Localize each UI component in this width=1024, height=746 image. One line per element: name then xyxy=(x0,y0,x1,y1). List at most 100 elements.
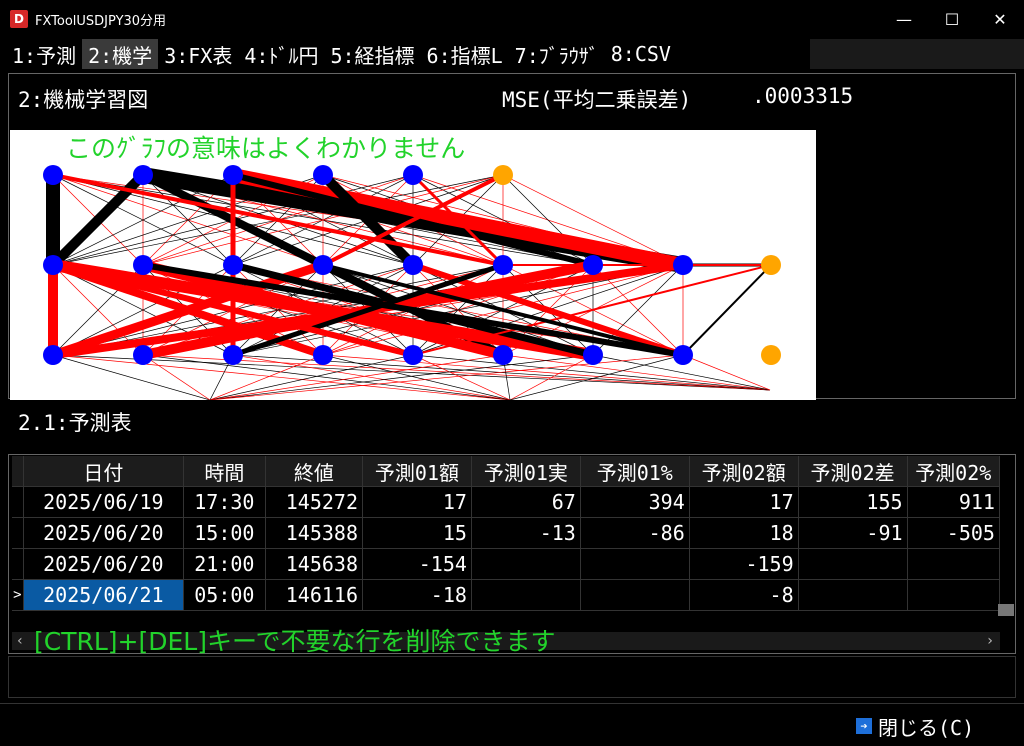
cell-pred01-actual[interactable]: 67 xyxy=(472,487,581,517)
scroll-right-arrow-icon[interactable]: › xyxy=(982,632,998,650)
table-row[interactable]: 2025/06/19 17:30 145272 17 67 394 17 155… xyxy=(12,487,1000,518)
cell-close[interactable]: 145272 xyxy=(266,487,364,517)
maximize-button[interactable]: ☐ xyxy=(928,0,976,38)
cell-pred02-diff[interactable] xyxy=(799,580,908,610)
neural-network-svg xyxy=(43,165,781,401)
nn-edge xyxy=(682,264,772,356)
nn-node-hidden xyxy=(313,345,333,365)
nn-node-hidden xyxy=(403,255,423,275)
cell-pred01-amount[interactable]: 15 xyxy=(363,518,472,548)
nn-node-input xyxy=(133,165,153,185)
tab-csv[interactable]: 8:CSV xyxy=(604,39,677,69)
empty-panel xyxy=(8,656,1016,698)
row-indicator-header xyxy=(12,456,24,486)
nn-node-input xyxy=(403,165,423,185)
forecast-section-title: 2.1:予測表 xyxy=(18,411,132,435)
nn-node-hidden xyxy=(133,345,153,365)
cell-time[interactable]: 21:00 xyxy=(184,549,266,579)
nn-node-hidden xyxy=(313,255,333,275)
nn-edge-thin xyxy=(209,354,504,401)
tab-indicators-list[interactable]: 6:指標L xyxy=(420,39,509,69)
cell-pred01-percent[interactable]: 394 xyxy=(581,487,690,517)
cell-pred02-amount[interactable]: 18 xyxy=(690,518,799,548)
cell-pred02-diff[interactable] xyxy=(799,549,908,579)
column-header-pred01-amount[interactable]: 予測01額 xyxy=(363,456,472,486)
cell-date[interactable]: 2025/06/20 xyxy=(24,549,184,579)
cell-pred02-percent[interactable]: 911 xyxy=(908,487,1000,517)
column-header-pred01-percent[interactable]: 予測01% xyxy=(580,456,690,486)
nn-node-hidden xyxy=(43,255,63,275)
nn-node-input xyxy=(493,165,513,185)
nn-edge-thin xyxy=(412,354,511,401)
tab-forecast[interactable]: 1:予測 xyxy=(6,39,83,69)
cell-date[interactable]: 2025/06/19 xyxy=(24,487,184,517)
close-window-button[interactable]: ✕ xyxy=(976,0,1024,38)
column-header-time[interactable]: 時間 xyxy=(184,456,266,486)
cell-pred02-percent[interactable] xyxy=(908,549,1000,579)
table-row[interactable]: 2025/06/20 15:00 145388 15 -13 -86 18 -9… xyxy=(12,518,1000,549)
tab-browser[interactable]: 7:ﾌﾞﾗｳｻﾞ xyxy=(508,39,605,69)
table-row[interactable]: 2025/06/20 21:00 145638 -154 -159 xyxy=(12,549,1000,580)
close-button-label: 閉じる(C) xyxy=(878,715,975,740)
cell-close[interactable]: 146116 xyxy=(266,580,364,610)
close-button[interactable]: ➔ 閉じる(C) xyxy=(856,712,974,740)
cell-pred02-amount[interactable]: -8 xyxy=(690,580,799,610)
nn-node-input xyxy=(223,165,243,185)
column-header-close[interactable]: 終値 xyxy=(265,456,364,486)
cell-pred02-amount[interactable]: 17 xyxy=(690,487,799,517)
cell-pred01-percent[interactable] xyxy=(581,549,690,579)
column-header-pred02-amount[interactable]: 予測02額 xyxy=(689,456,799,486)
tab-bar-filler xyxy=(810,39,1024,69)
row-indicator xyxy=(12,549,24,579)
cell-pred02-percent[interactable]: -505 xyxy=(908,518,1000,548)
table-row-current[interactable]: > 2025/06/21 05:00 146116 -18 -8 xyxy=(12,580,1000,611)
tab-economic-indicators[interactable]: 5:経指標 xyxy=(324,39,421,69)
tab-machine-learning[interactable]: 2:機学 xyxy=(82,39,159,69)
tab-fx-table[interactable]: 3:FX表 xyxy=(158,39,239,69)
row-indicator xyxy=(12,487,24,517)
nn-node-hidden xyxy=(403,345,423,365)
nn-node-hidden xyxy=(133,255,153,275)
column-header-pred02-diff[interactable]: 予測02差 xyxy=(798,456,908,486)
vertical-scrollbar-thumb[interactable] xyxy=(998,604,1014,616)
nn-node-input xyxy=(313,165,333,185)
column-header-pred02-percent[interactable]: 予測02% xyxy=(907,456,1000,486)
cell-pred02-percent[interactable] xyxy=(908,580,1000,610)
cell-pred02-diff[interactable]: -91 xyxy=(799,518,908,548)
cell-close[interactable]: 145638 xyxy=(266,549,364,579)
minimize-button[interactable]: — xyxy=(880,0,928,38)
cell-pred01-actual[interactable] xyxy=(472,549,581,579)
arrow-right-icon: ➔ xyxy=(856,718,872,734)
scroll-left-arrow-icon[interactable]: ‹ xyxy=(12,632,28,650)
cell-time[interactable]: 05:00 xyxy=(184,580,266,610)
column-header-date[interactable]: 日付 xyxy=(23,456,184,486)
cell-pred01-percent[interactable] xyxy=(581,580,690,610)
cell-time[interactable]: 17:30 xyxy=(184,487,266,517)
cell-pred01-actual[interactable]: -13 xyxy=(472,518,581,548)
cell-time[interactable]: 15:00 xyxy=(184,518,266,548)
cell-pred01-amount[interactable]: -18 xyxy=(363,580,472,610)
cell-close[interactable]: 145388 xyxy=(266,518,364,548)
cell-pred01-amount[interactable]: 17 xyxy=(363,487,472,517)
window-title: FXToolUSDJPY30分用 xyxy=(35,13,167,29)
neural-network-chart xyxy=(10,130,816,401)
cell-pred01-actual[interactable] xyxy=(472,580,581,610)
title-bar: D FXToolUSDJPY30分用 — ☐ ✕ xyxy=(0,0,1024,38)
cell-date-selected[interactable]: 2025/06/21 xyxy=(23,580,184,610)
forecast-table[interactable]: 日付 時間 終値 予測01額 予測01実 予測01% 予測02額 予測02差 予… xyxy=(12,456,1000,611)
cell-pred02-diff[interactable]: 155 xyxy=(799,487,908,517)
nn-node-hidden xyxy=(583,255,603,275)
app-icon: D xyxy=(10,10,28,28)
nn-node-hidden xyxy=(493,255,513,275)
cell-pred02-amount[interactable]: -159 xyxy=(690,549,799,579)
delete-row-hint: [CTRL]+[DEL]キーで不要な行を削除できます xyxy=(34,627,556,656)
cell-date[interactable]: 2025/06/20 xyxy=(24,518,184,548)
tab-dollar-yen[interactable]: 4:ﾄﾞﾙ円 xyxy=(238,39,325,69)
cell-pred01-amount[interactable]: -154 xyxy=(363,549,472,579)
column-header-pred01-actual[interactable]: 予測01実 xyxy=(471,456,581,486)
table-header-row: 日付 時間 終値 予測01額 予測01実 予測01% 予測02額 予測02差 予… xyxy=(12,456,1000,487)
ml-section-title: 2:機械学習図 xyxy=(18,88,149,112)
nn-edge-thin xyxy=(232,354,511,401)
nn-node-input xyxy=(43,165,63,185)
cell-pred01-percent[interactable]: -86 xyxy=(581,518,690,548)
